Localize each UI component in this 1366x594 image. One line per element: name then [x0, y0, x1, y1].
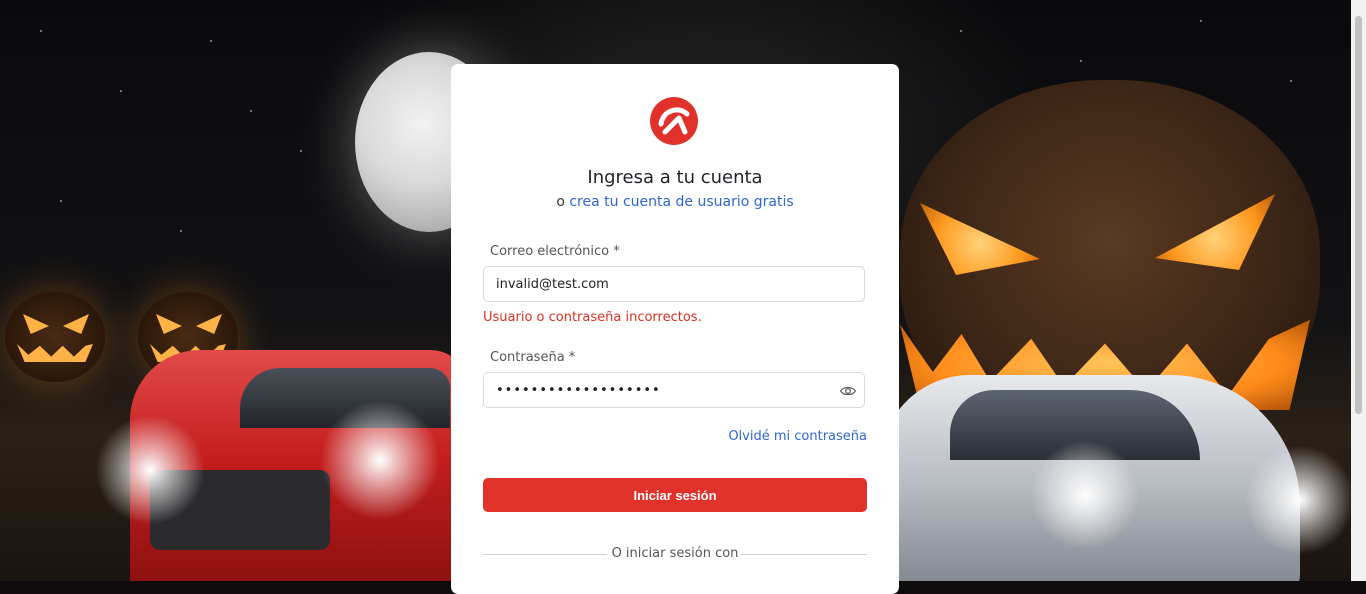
social-login-divider: O iniciar sesión con: [483, 546, 867, 562]
signup-prompt: o crea tu cuenta de usuario gratis: [451, 194, 899, 210]
signup-prefix: o: [556, 194, 565, 210]
divider-text: O iniciar sesión con: [611, 546, 739, 561]
login-button[interactable]: Iniciar sesión: [483, 478, 867, 512]
small-pumpkin: [5, 292, 105, 382]
email-label: Correo electrónico *: [490, 244, 620, 259]
password-value: •••••••••••••••••••: [496, 382, 661, 398]
login-card: Ingresa a tu cuenta o crea tu cuenta de …: [451, 64, 899, 594]
forgot-password-link[interactable]: Olvidé mi contraseña: [728, 429, 867, 444]
brand-logo-icon: [650, 97, 698, 145]
scrollbar-thumb[interactable]: [1355, 16, 1362, 414]
page-scrollbar[interactable]: [1351, 0, 1366, 581]
eye-icon[interactable]: [840, 383, 856, 399]
error-message: Usuario o contraseña incorrectos.: [483, 310, 702, 325]
signup-link[interactable]: crea tu cuenta de usuario gratis: [569, 194, 793, 210]
password-label: Contraseña *: [490, 350, 576, 365]
email-value: invalid@test.com: [496, 276, 609, 292]
page-title: Ingresa a tu cuenta: [587, 167, 763, 188]
email-field[interactable]: invalid@test.com: [483, 266, 865, 302]
password-field[interactable]: •••••••••••••••••••: [483, 372, 865, 408]
